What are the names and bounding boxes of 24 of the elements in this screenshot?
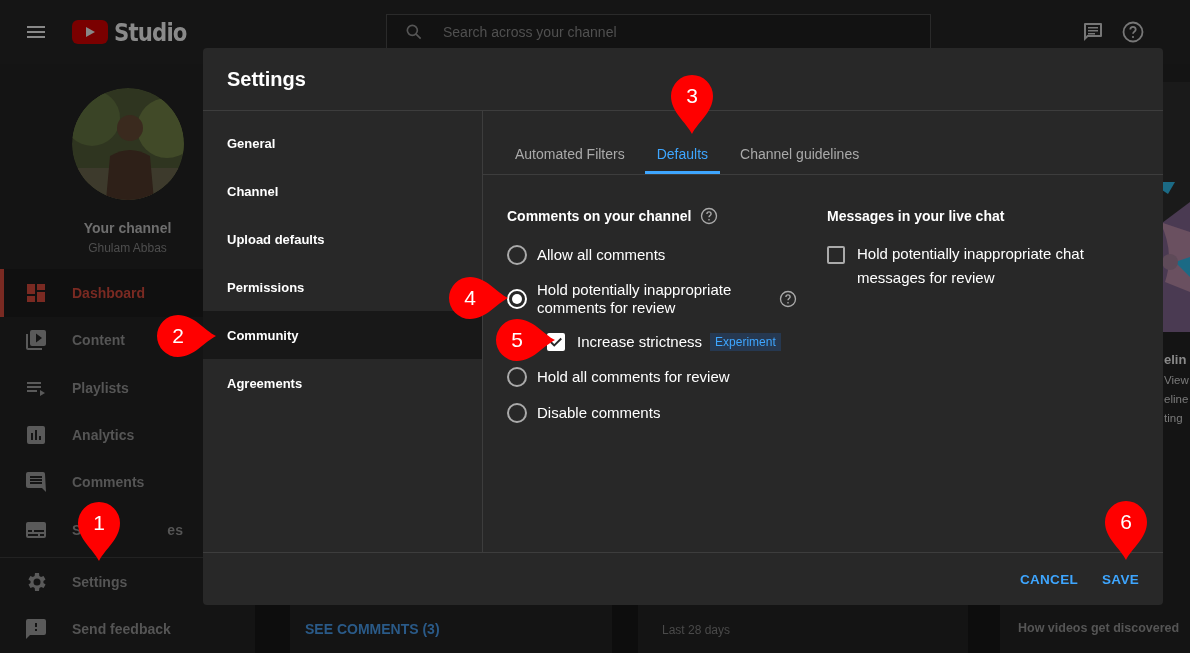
option-label: Hold potentially inappropriate comments for review xyxy=(537,281,733,317)
channel-name: Ghulam Abbas xyxy=(88,241,167,255)
item-label: es xyxy=(167,521,183,538)
card-text: eline xyxy=(1164,393,1190,405)
option-label: Hold all comments for review xyxy=(537,368,730,386)
section-title: Messages in your live chat xyxy=(827,208,1005,224)
option-label: Hold potentially inappropriate chat messages for review xyxy=(857,244,1085,288)
callout-tooltip: 6 xyxy=(1104,500,1148,562)
card-text: ting xyxy=(1164,412,1184,424)
channel-title: Your channel xyxy=(83,220,172,236)
card-text: View xyxy=(1164,374,1190,386)
dialog-title: Settings xyxy=(227,67,306,91)
logo-text: Studio xyxy=(114,17,187,47)
option-label: Disable comments xyxy=(537,404,661,422)
card-title: elin xyxy=(1164,352,1188,367)
experiment-badge: Experiment xyxy=(710,333,781,351)
option-label: Allow all comments xyxy=(537,246,666,264)
callout-tooltip: 2 xyxy=(156,314,218,358)
option-label: Increase strictness xyxy=(577,333,703,351)
callout-tooltip: 3 xyxy=(670,74,714,136)
callout-tooltip: 4 xyxy=(448,276,510,320)
section-title: Comments on your channel xyxy=(507,208,692,224)
callout-tooltip: 5 xyxy=(495,318,557,362)
card-title: How videos get discovered xyxy=(1017,621,1181,637)
